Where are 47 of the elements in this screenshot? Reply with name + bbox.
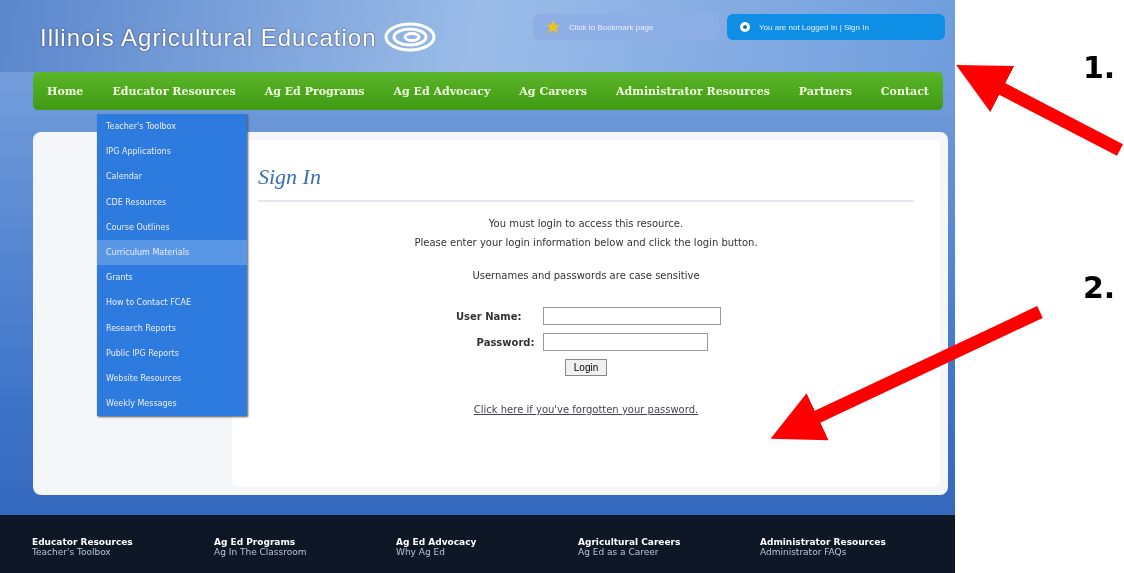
nav-link[interactable]: Educator Resources [112, 84, 236, 98]
menu-item[interactable]: How to Contact FCAE [97, 290, 247, 316]
menu-item[interactable]: Course Outlines [97, 214, 247, 240]
menu-item[interactable]: Research Reports [97, 315, 247, 341]
menu-item[interactable]: Teacher's Toolbox [97, 114, 247, 140]
nav-link[interactable]: Contact [880, 84, 929, 98]
menu-item[interactable]: Grants [97, 265, 247, 291]
annotation-number: 1. [1083, 50, 1116, 85]
menu-item[interactable]: Curriculum Materials [97, 239, 247, 266]
forgot-password-link[interactable]: Click here if you've forgotten your password. [473, 404, 699, 415]
footer-heading: Ag Ed Programs [214, 537, 297, 547]
nav-link[interactable]: Administrator Resources [616, 84, 770, 98]
menu-item[interactable]: CDE Resources [97, 189, 247, 215]
nav-link[interactable]: Partners [798, 84, 852, 98]
menu-item[interactable]: Public IPG Reports [97, 340, 247, 366]
footer-link[interactable]: Teacher's Toolbox [32, 547, 214, 557]
menu-item[interactable]: Weekly Messages [97, 391, 247, 417]
footer-heading: Administrator Resources [760, 537, 887, 547]
password-field[interactable] [542, 333, 708, 351]
username-label: User Name: [454, 310, 522, 322]
page-heading: Sign In [258, 164, 321, 190]
footer-heading: Agricultural Careers [578, 537, 682, 547]
footer-link[interactable]: Ag Ed as a Career [578, 547, 760, 557]
footer-link[interactable]: Administrator FAQs [760, 547, 942, 557]
menu-item[interactable]: IPG Applications [97, 139, 247, 165]
login-button[interactable]: Login [564, 359, 608, 376]
message-text: You must login to access this resource. [488, 218, 684, 229]
case-note: Usernames and passwords are case sensitive [472, 270, 700, 281]
footer-link[interactable]: Why Ag Ed [396, 547, 578, 557]
nav-link[interactable]: Ag Ed Advocacy [393, 84, 491, 98]
site-title: Illinois Agricultural Education [40, 24, 377, 52]
password-label: Password: [475, 336, 535, 348]
footer-heading: Ag Ed Advocacy [396, 537, 478, 547]
menu-item[interactable]: Website Resources [97, 365, 247, 392]
footer-link[interactable]: Ag In The Classroom [214, 547, 396, 557]
nav-link[interactable]: Ag Ed Programs [264, 84, 365, 98]
nav-link[interactable]: Ag Careers [519, 84, 588, 98]
bookmark-button[interactable]: Click to Bookmark page [533, 14, 719, 40]
nav-link[interactable]: Home [47, 84, 84, 98]
annotation-number: 2. [1083, 270, 1116, 305]
menu-item[interactable]: Calendar [97, 164, 247, 190]
sign-in-button[interactable]: You are not Logged In | Sign In [727, 14, 945, 40]
star-icon [545, 19, 561, 35]
footer-heading: Educator Resources [32, 537, 134, 547]
message-text: Please enter your login information below and click the login button. [414, 237, 758, 248]
radio-dot-icon [739, 21, 751, 33]
username-field[interactable] [542, 307, 721, 325]
